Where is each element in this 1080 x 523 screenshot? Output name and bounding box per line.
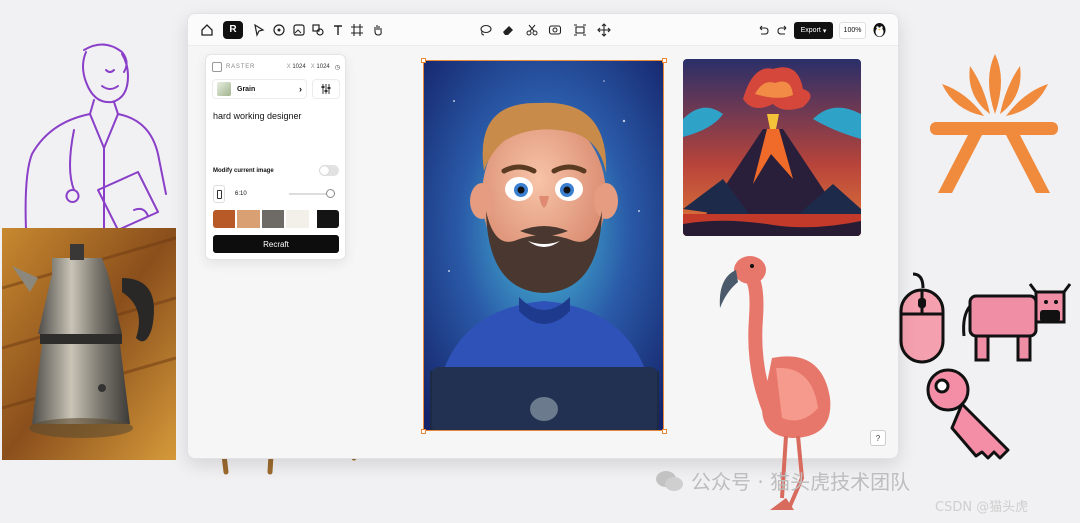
vectorize-icon[interactable] (546, 21, 564, 39)
resize-handle-top-left[interactable] (421, 58, 426, 63)
style-name: Grain (237, 85, 256, 93)
export-button[interactable]: Export ▾ (794, 22, 833, 39)
csdn-watermark: CSDN @猫头虎 (935, 500, 1029, 515)
expand-icon[interactable] (571, 21, 589, 39)
aspect-ratio-icon[interactable] (213, 185, 225, 203)
aspect-ratio-value: 6:10 (235, 191, 247, 197)
modify-image-row: Modify current image (213, 165, 339, 176)
move-icon[interactable] (595, 21, 613, 39)
zoom-level[interactable]: 100% (839, 22, 866, 39)
resize-handle-bottom-right[interactable] (662, 429, 667, 434)
style-selector[interactable]: Grain › (212, 79, 307, 99)
image-height: 1024 (316, 63, 330, 70)
chevron-down-icon: ▾ (822, 27, 827, 35)
color-palette[interactable] (213, 210, 340, 228)
raster-icon (212, 62, 222, 72)
image-size[interactable]: X 1024 X 1024 ◷ (287, 64, 340, 71)
top-toolbar: R Export ▾ 100% (188, 14, 898, 46)
help-button[interactable]: ? (870, 430, 886, 446)
sliders-icon (321, 84, 331, 94)
avatar[interactable] (871, 21, 888, 38)
chevron-right-icon: › (299, 84, 302, 94)
volcano-illustration (683, 59, 861, 236)
scissors-icon[interactable] (523, 21, 541, 39)
wechat-watermark: 公众号 · 猫头虎技术团队 (655, 466, 910, 495)
palette-swatch[interactable] (261, 210, 285, 228)
modify-toggle[interactable] (319, 165, 339, 176)
hand-icon[interactable] (369, 21, 387, 39)
frame-icon[interactable] (348, 21, 366, 39)
wechat-icon (656, 470, 683, 491)
export-label: Export (800, 27, 821, 34)
raster-settings-panel: RASTER X 1024 X 1024 ◷ Grain › hard work… (205, 54, 346, 260)
history-icon[interactable]: ◷ (335, 64, 340, 71)
palette-swatch[interactable] (237, 210, 260, 228)
mouse-icon (899, 272, 945, 364)
designer-illustration (424, 61, 663, 430)
width-prefix: X (286, 63, 291, 70)
moka-pot-illustration (2, 228, 176, 460)
panel-title: RASTER (226, 64, 256, 70)
palette-swatch[interactable] (213, 210, 236, 228)
cow-icon (962, 283, 1072, 362)
image-icon[interactable] (290, 21, 308, 39)
panel-header: RASTER X 1024 X 1024 ◷ (212, 61, 340, 73)
volcano-image[interactable] (683, 59, 861, 236)
watermark-text: 公众号 · 猫头虎技术团队 (691, 470, 911, 494)
generated-portrait[interactable] (423, 60, 664, 431)
recraft-button[interactable]: Recraft (213, 235, 339, 253)
modify-label: Modify current image (213, 167, 274, 174)
eraser-icon[interactable] (499, 21, 517, 39)
image-width: 1024 (292, 63, 306, 70)
adjustments-button[interactable] (312, 79, 340, 99)
resize-handle-top-right[interactable] (662, 58, 667, 63)
redo-icon[interactable] (774, 21, 792, 39)
undo-icon[interactable] (754, 21, 772, 39)
prompt-input[interactable]: hard working designer (213, 111, 302, 121)
text-icon[interactable] (329, 21, 347, 39)
key-icon (926, 368, 1010, 460)
brand-logo (930, 54, 1058, 193)
select-icon[interactable] (250, 21, 268, 39)
slider-knob[interactable] (326, 189, 335, 198)
doctor-illustration (24, 43, 167, 230)
style-icon[interactable] (270, 21, 288, 39)
aspect-ratio-row: 6:10 (213, 185, 339, 203)
height-prefix: X (310, 63, 315, 70)
palette-swatch[interactable] (316, 210, 340, 228)
home-icon[interactable] (198, 21, 216, 39)
brand-menu-icon[interactable]: R (223, 21, 243, 39)
shapes-icon[interactable] (309, 21, 327, 39)
aspect-ratio-slider[interactable] (289, 189, 335, 198)
lasso-icon[interactable] (476, 21, 494, 39)
palette-swatch[interactable] (286, 210, 309, 228)
style-thumbnail (217, 82, 231, 96)
resize-handle-bottom-left[interactable] (421, 429, 426, 434)
